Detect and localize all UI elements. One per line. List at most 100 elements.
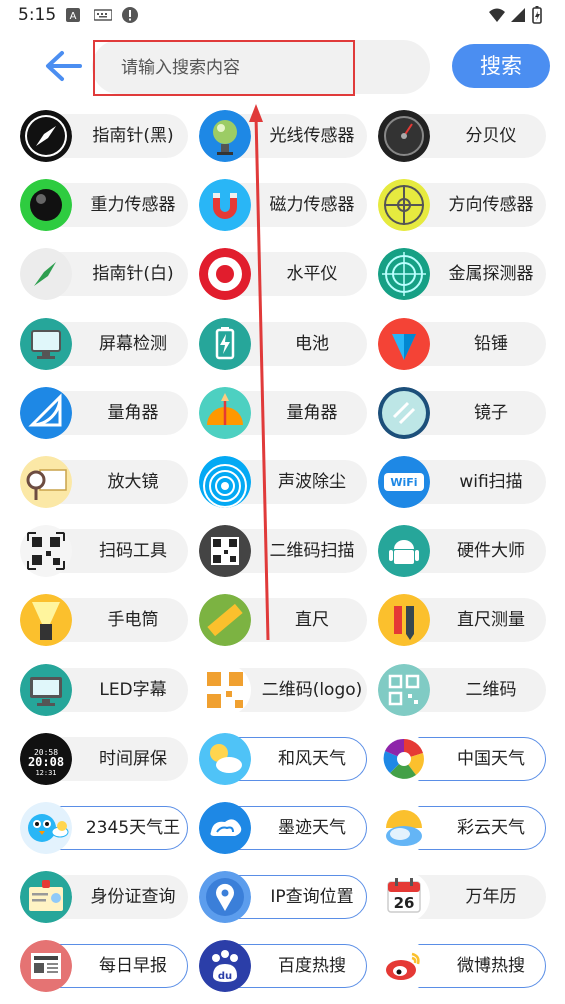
sound-wave-icon	[199, 456, 251, 508]
ruler-icon	[199, 594, 251, 647]
tool-item-label: 彩云天气	[457, 818, 525, 838]
tool-item-label: 中国天气	[457, 748, 525, 769]
keyboard-icon	[94, 9, 112, 21]
tool-item-label: wifi扫描	[459, 472, 523, 492]
protractor-orange-icon	[199, 386, 251, 439]
tool-item-15[interactable]: 放大镜	[20, 456, 190, 508]
android-icon	[378, 525, 430, 578]
qr-code-icon	[378, 663, 430, 716]
tool-item-label: 二维码	[465, 679, 517, 700]
tool-item-label: 方向传感器	[448, 195, 534, 216]
tool-item-4[interactable]: 磁力传感器	[199, 179, 369, 232]
tool-item-5[interactable]: 方向传感器	[378, 179, 548, 232]
keyboard-a-icon: A	[66, 8, 80, 22]
tool-item-9[interactable]: 屏幕检测	[20, 317, 190, 370]
tool-item-label: 时间屏保	[99, 748, 167, 769]
location-pin-icon	[199, 871, 251, 924]
tool-item-label: 扫码工具	[99, 541, 167, 562]
tool-item-17[interactable]: WiFi wifi扫描	[378, 456, 548, 508]
tool-item-label: 量角器	[286, 402, 338, 423]
sun-cloud-icon	[199, 732, 251, 785]
tool-item-30[interactable]: 2345天气王	[20, 802, 190, 854]
tool-item-label: 2345天气王	[85, 818, 181, 838]
svg-text:WiFi: WiFi	[390, 476, 417, 489]
tool-item-11[interactable]: 铅锤	[378, 317, 548, 370]
tool-item-27[interactable]: 20:58 20:08 12:31 时间屏保	[20, 732, 190, 785]
weibo-icon	[378, 940, 430, 993]
tool-item-25[interactable]: 二维码(logo)	[199, 663, 369, 716]
back-arrow-icon[interactable]	[42, 44, 86, 88]
tool-item-label: 电池	[295, 333, 329, 354]
tool-item-label: 镜子	[474, 402, 508, 423]
tool-item-37[interactable]: du 百度热搜	[199, 940, 369, 993]
china-weather-icon	[378, 732, 430, 785]
tool-item-label: 每日早报	[99, 956, 167, 977]
status-time: 5:15	[18, 5, 57, 25]
tool-item-31[interactable]: 墨迹天气	[199, 802, 369, 854]
tool-item-label: 墨迹天气	[278, 818, 346, 838]
tool-item-34[interactable]: IP查询位置	[199, 871, 369, 924]
tool-item-label: 金属探测器	[448, 264, 534, 285]
decibel-meter-icon	[378, 110, 430, 162]
direction-sensor-icon	[378, 179, 430, 232]
tool-item-label: 微博热搜	[457, 956, 525, 977]
tool-item-14[interactable]: 镜子	[378, 386, 548, 439]
tool-item-12[interactable]: 量角器	[20, 386, 190, 439]
tool-item-28[interactable]: 和风天气	[199, 732, 369, 785]
tool-item-6[interactable]: 指南针(白)	[20, 248, 190, 301]
svg-text:du: du	[218, 971, 232, 982]
tool-item-21[interactable]: 手电筒	[20, 594, 190, 647]
tool-item-20[interactable]: 硬件大师	[378, 525, 548, 578]
tool-item-7[interactable]: 水平仪	[199, 248, 369, 301]
tool-item-22[interactable]: 直尺	[199, 594, 369, 647]
tool-item-label: 水平仪	[286, 264, 338, 285]
baidu-icon: du	[199, 940, 251, 993]
alert-icon	[122, 7, 138, 23]
tool-item-38[interactable]: 微博热搜	[378, 940, 548, 993]
tool-item-10[interactable]: 电池	[199, 317, 369, 370]
tool-item-0[interactable]: 指南针(黑)	[20, 110, 190, 162]
tool-item-36[interactable]: 每日早报	[20, 940, 190, 993]
magnifier-icon	[20, 456, 72, 508]
tool-item-19[interactable]: 二维码扫描	[199, 525, 369, 578]
tool-item-label: 直尺	[295, 610, 329, 631]
compass-black-icon	[20, 110, 72, 162]
tool-item-label: 百度热搜	[278, 956, 346, 977]
ruler-pencil-icon	[378, 594, 430, 647]
battery-icon	[199, 317, 251, 370]
tool-item-1[interactable]: 光线传感器	[199, 110, 369, 162]
search-input[interactable]	[93, 40, 355, 96]
tool-item-13[interactable]: 量角器	[199, 386, 369, 439]
tool-item-35[interactable]: 26 万年历	[378, 871, 548, 924]
tool-item-label: 铅锤	[474, 333, 508, 354]
tool-item-3[interactable]: 重力传感器	[20, 179, 190, 232]
tool-item-23[interactable]: 直尺测量	[378, 594, 548, 647]
tool-item-label: 二维码(logo)	[261, 679, 363, 700]
tool-item-32[interactable]: 彩云天气	[378, 802, 548, 854]
tool-item-2[interactable]: 分贝仪	[378, 110, 548, 162]
tool-item-8[interactable]: 金属探测器	[378, 248, 548, 301]
tool-item-label: 指南针(白)	[92, 264, 174, 285]
tool-item-label: 磁力传感器	[269, 195, 355, 216]
clock-screen-icon: 20:58 20:08 12:31	[20, 732, 72, 785]
tool-item-24[interactable]: LED字幕	[20, 663, 190, 716]
bird-weather-icon	[20, 802, 72, 854]
mirror-icon	[378, 386, 430, 439]
tool-item-16[interactable]: 声波除尘	[199, 456, 369, 508]
radar-icon	[378, 248, 430, 301]
calendar-icon: 26	[378, 871, 430, 924]
tool-item-18[interactable]: 扫码工具	[20, 525, 190, 578]
tool-item-label: 分贝仪	[465, 126, 517, 146]
tool-item-label: 指南针(黑)	[92, 126, 174, 146]
search-button[interactable]: 搜索	[452, 44, 550, 88]
newspaper-icon	[20, 940, 72, 993]
tool-item-label: 万年历	[465, 887, 517, 908]
tool-item-26[interactable]: 二维码	[378, 663, 548, 716]
qr-scan-icon	[199, 525, 251, 578]
tool-item-29[interactable]: 中国天气	[378, 732, 548, 785]
svg-text:A: A	[70, 11, 77, 22]
scan-code-icon	[20, 525, 72, 578]
tool-item-label: 屏幕检测	[99, 333, 167, 354]
tool-item-33[interactable]: 身份证查询	[20, 871, 190, 924]
tool-item-label: 和风天气	[278, 748, 346, 769]
